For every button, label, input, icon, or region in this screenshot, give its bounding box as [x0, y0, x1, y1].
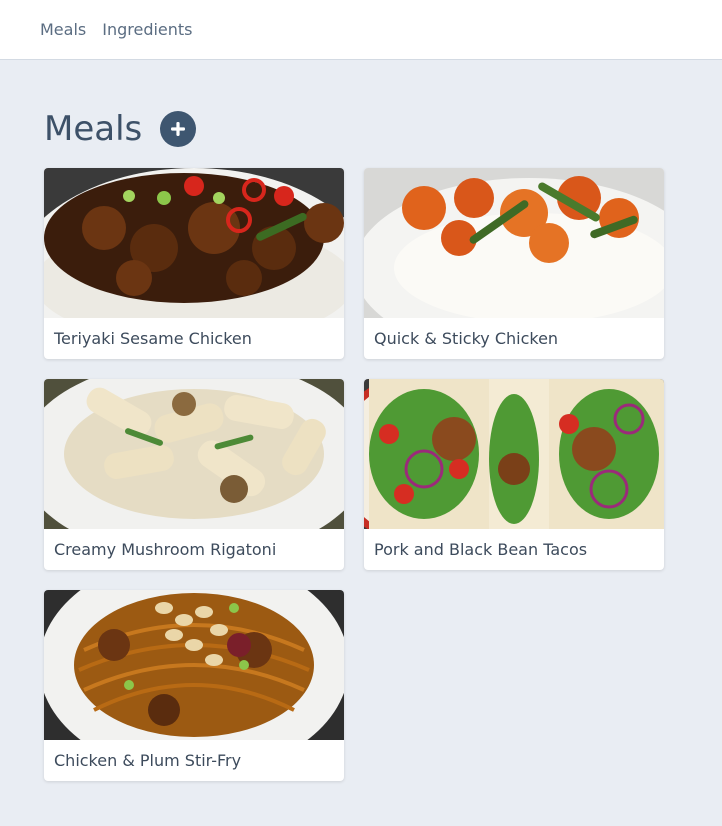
page-header: Meals: [44, 106, 197, 152]
meal-photo: [44, 379, 344, 529]
meal-title: Creamy Mushroom Rigatoni: [54, 540, 277, 559]
meal-photo: [44, 590, 344, 740]
meal-card[interactable]: Pork and Black Bean Tacos: [364, 379, 664, 570]
nav-ingredients-link[interactable]: Ingredients: [102, 20, 192, 39]
nav-meals-link[interactable]: Meals: [40, 20, 86, 39]
meal-card[interactable]: Creamy Mushroom Rigatoni: [44, 379, 344, 570]
meal-grid: Teriyaki Sesame Chicken Quick & Sticky C…: [44, 168, 664, 781]
top-nav: Meals Ingredients: [0, 0, 722, 60]
page-title: Meals: [44, 109, 143, 149]
meal-photo: [364, 168, 664, 318]
meal-photo: [44, 168, 344, 318]
meal-card[interactable]: Chicken & Plum Stir-Fry: [44, 590, 344, 781]
meal-title: Chicken & Plum Stir-Fry: [54, 751, 242, 770]
meal-photo: [364, 379, 664, 529]
meal-card[interactable]: Teriyaki Sesame Chicken: [44, 168, 344, 359]
plus-icon: [171, 122, 186, 136]
add-meal-button[interactable]: [160, 111, 197, 147]
meal-title: Teriyaki Sesame Chicken: [54, 329, 252, 348]
meal-title: Pork and Black Bean Tacos: [374, 540, 588, 559]
meal-card[interactable]: Quick & Sticky Chicken: [364, 168, 664, 359]
meal-title: Quick & Sticky Chicken: [374, 329, 559, 348]
